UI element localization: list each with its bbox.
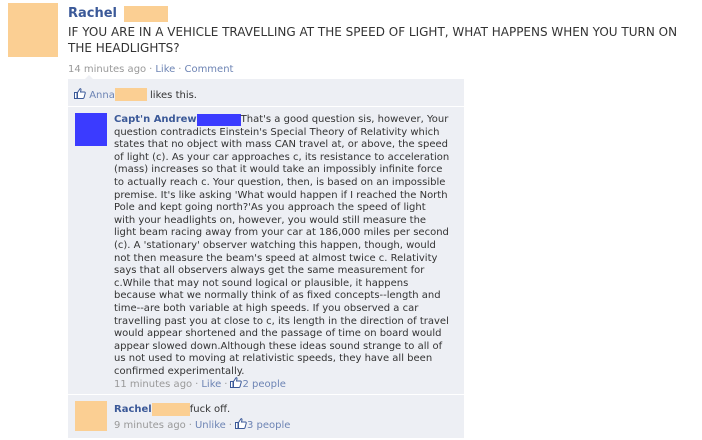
liker-name[interactable]: Anna [89,90,115,101]
comment-body: Capt'n Andrew That's a good question sis,… [114,114,450,378]
comment-meta: 9 minutes ago · Unlike · 3 people [114,418,291,431]
comment-author[interactable]: Capt'n Andrew [114,114,197,125]
post-avatar[interactable] [8,3,58,57]
post-header: Rachel [68,6,169,22]
redacted-name [124,6,169,22]
post-text: IF YOU ARE IN A VEHICLE TRAVELLING AT TH… [68,25,678,55]
redacted-name [196,114,241,126]
comment-link[interactable]: Comment [184,64,233,75]
comment-text: That's a good question sis, however, You… [114,114,450,377]
likes-suffix: likes this. [150,90,197,101]
comment-unlike-link[interactable]: Unlike [195,420,226,431]
post-author[interactable]: Rachel [68,6,117,21]
thumbs-up-icon [234,418,247,429]
likes-row: Anna likes this. [74,88,197,102]
post-time[interactable]: 14 minutes ago [68,64,146,75]
comment-time[interactable]: 11 minutes ago [114,379,192,390]
like-link[interactable]: Like [155,64,175,75]
comment-text: fuck off. [189,404,231,415]
feedback-caret [84,75,94,80]
comment-like-link[interactable]: Like [201,379,221,390]
divider [68,394,464,395]
thumbs-up-icon [74,88,86,99]
divider [68,106,464,107]
comment-like-count[interactable]: 2 people [242,379,285,390]
redacted-name [114,88,147,101]
comment-meta: 11 minutes ago · Like · 2 people [114,377,286,390]
comment-avatar[interactable] [75,401,107,431]
thumbs-up-icon [230,377,243,388]
comment-time[interactable]: 9 minutes ago [114,420,186,431]
redacted-name [151,403,190,416]
comment-body: Rachel fuck off. [114,403,450,416]
comment-author[interactable]: Rachel [114,404,152,415]
comment-avatar[interactable] [75,113,107,146]
comment-like-count[interactable]: 3 people [247,420,290,431]
